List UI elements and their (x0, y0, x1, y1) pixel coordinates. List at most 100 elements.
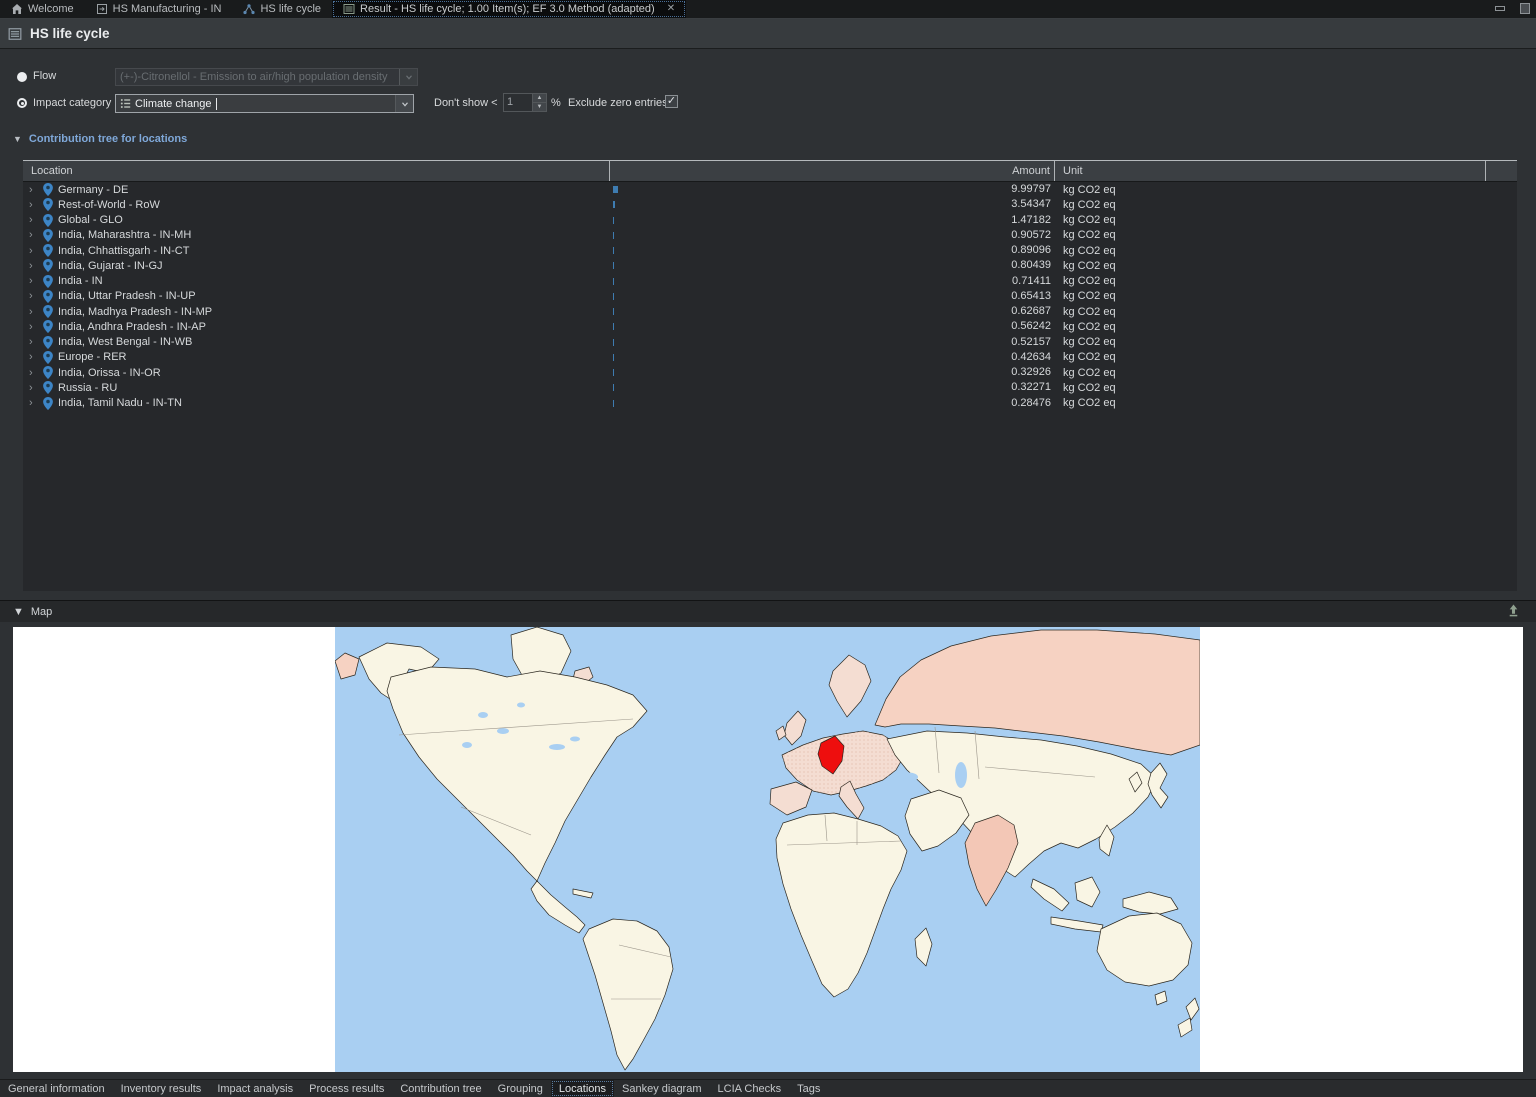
location-label: India, Maharashtra - IN-MH (58, 229, 191, 241)
table-row[interactable]: ›Russia - RU0.32271kg CO2 eq (23, 380, 1517, 395)
dont-show-value[interactable]: 1 (504, 94, 532, 111)
bottom-tab-general-information[interactable]: General information (0, 1080, 113, 1097)
table-row[interactable]: ›India, Madhya Pradesh - IN-MP0.62687kg … (23, 304, 1517, 319)
collapse-triangle-icon[interactable]: ▼ (13, 134, 22, 144)
amount-value: 0.32926 (1011, 366, 1051, 378)
percent-label: % (551, 97, 561, 109)
table-row[interactable]: ›India, Chhattisgarh - IN-CT0.89096kg CO… (23, 243, 1517, 258)
unit-value: kg CO2 eq (1055, 199, 1486, 211)
bottom-tab-lcia-checks[interactable]: LCIA Checks (710, 1080, 790, 1097)
top-tab-1[interactable]: Welcome (0, 0, 85, 18)
column-header-location[interactable]: Location (23, 161, 610, 181)
close-tab-icon[interactable]: ✕ (667, 4, 675, 14)
expand-chevron-icon[interactable]: › (29, 215, 38, 225)
window-controls (1493, 3, 1532, 14)
expand-chevron-icon[interactable]: › (29, 352, 38, 362)
world-map[interactable] (335, 627, 1200, 1072)
table-row[interactable]: ›India, Orissa - IN-OR0.32926kg CO2 eq (23, 365, 1517, 380)
bottom-tab-tags[interactable]: Tags (789, 1080, 828, 1097)
table-row[interactable]: ›Global - GLO1.47182kg CO2 eq (23, 213, 1517, 228)
exclude-zero-label: Exclude zero entries (568, 97, 668, 109)
bottom-tab-sankey-diagram[interactable]: Sankey diagram (614, 1080, 710, 1097)
amount-value: 0.90572 (1011, 229, 1051, 241)
expand-chevron-icon[interactable]: › (29, 383, 38, 393)
map-panel (13, 627, 1523, 1072)
bottom-tab-impact-analysis[interactable]: Impact analysis (209, 1080, 301, 1097)
unit-value: kg CO2 eq (1055, 275, 1486, 287)
exclude-zero-checkbox[interactable]: ✓ (665, 95, 678, 108)
expand-chevron-icon[interactable]: › (29, 276, 38, 286)
contribution-section-header[interactable]: ▼ Contribution tree for locations (13, 133, 187, 145)
top-tab-3[interactable]: HS life cycle (232, 0, 332, 18)
bottom-tab-grouping[interactable]: Grouping (490, 1080, 551, 1097)
dont-show-spinner[interactable]: 1 ▲ ▼ (503, 93, 547, 112)
minimize-button[interactable] (1493, 3, 1507, 14)
column-header-unit[interactable]: Unit (1055, 161, 1486, 181)
table-row[interactable]: ›Rest-of-World - RoW3.54347kg CO2 eq (23, 197, 1517, 212)
contribution-bar (613, 201, 615, 208)
expand-chevron-icon[interactable]: › (29, 291, 38, 301)
expand-chevron-icon[interactable]: › (29, 368, 38, 378)
column-header-amount[interactable]: Amount (610, 161, 1055, 181)
impact-combo-dropdown-icon[interactable] (395, 95, 413, 112)
expand-chevron-icon[interactable]: › (29, 398, 38, 408)
bottom-tab-process-results[interactable]: Process results (301, 1080, 392, 1097)
location-pin-icon (43, 336, 53, 349)
top-tab-label: Result - HS life cycle; 1.00 Item(s); EF… (360, 3, 655, 15)
expand-chevron-icon[interactable]: › (29, 246, 38, 256)
unit-value: kg CO2 eq (1055, 367, 1486, 379)
unit-value: kg CO2 eq (1055, 229, 1486, 241)
contribution-bar (613, 354, 614, 361)
unit-value: kg CO2 eq (1055, 290, 1486, 302)
flow-combo: (+-)-Citronellol - Emission to air/high … (115, 68, 418, 86)
top-tab-label: HS life cycle (260, 3, 321, 15)
table-row[interactable]: ›India, Uttar Pradesh - IN-UP0.65413kg C… (23, 289, 1517, 304)
expand-chevron-icon[interactable]: › (29, 307, 38, 317)
spinner-up-icon[interactable]: ▲ (533, 94, 546, 102)
expand-chevron-icon[interactable]: › (29, 261, 38, 271)
unit-value: kg CO2 eq (1055, 351, 1486, 363)
collapse-triangle-icon[interactable]: ▼ (13, 606, 24, 618)
impact-category-radio-label: Impact category (33, 97, 111, 109)
unit-value: kg CO2 eq (1055, 336, 1486, 348)
location-pin-icon (43, 366, 53, 379)
dont-show-label: Don't show < (434, 97, 498, 109)
expand-chevron-icon[interactable]: › (29, 230, 38, 240)
top-tab-4[interactable]: Result - HS life cycle; 1.00 Item(s); EF… (332, 0, 686, 18)
page-title: HS life cycle (30, 26, 110, 41)
location-label: Europe - RER (58, 351, 126, 363)
table-row[interactable]: ›India, Gujarat - IN-GJ0.80439kg CO2 eq (23, 258, 1517, 273)
bottom-tab-locations[interactable]: Locations (551, 1080, 614, 1097)
table-row[interactable]: ›Germany - DE9.99797kg CO2 eq (23, 182, 1517, 197)
top-tab-2[interactable]: HS Manufacturing - IN (85, 0, 233, 18)
table-row[interactable]: ›India - IN0.71411kg CO2 eq (23, 274, 1517, 289)
table-row[interactable]: › India, Maharashtra - IN-MH 0.90572 kg CO2… (23, 228, 1517, 243)
table-row[interactable]: ›Europe - RER0.42634kg CO2 eq (23, 350, 1517, 365)
expand-chevron-icon[interactable]: › (29, 322, 38, 332)
impact-category-combo[interactable]: Climate change (115, 94, 414, 113)
maximize-button[interactable] (1518, 3, 1532, 14)
flow-radio-label: Flow (33, 70, 56, 82)
spinner-down-icon[interactable]: ▼ (533, 102, 546, 111)
expand-chevron-icon[interactable]: › (29, 185, 38, 195)
flow-combo-dropdown-icon (399, 69, 417, 85)
table-row[interactable]: ›India, Tamil Nadu - IN-TN0.28476kg CO2 … (23, 396, 1517, 411)
expand-chevron-icon[interactable]: › (29, 337, 38, 347)
amount-value: 0.52157 (1011, 336, 1051, 348)
amount-value: 0.62687 (1011, 305, 1051, 317)
expand-chevron-icon[interactable]: › (29, 200, 38, 210)
table-row[interactable]: ›India, Andhra Pradesh - IN-AP0.56242kg … (23, 319, 1517, 334)
impact-category-radio[interactable] (17, 98, 27, 108)
location-label: India, Tamil Nadu - IN-TN (58, 397, 182, 409)
flow-radio[interactable] (17, 72, 27, 82)
map-section-header[interactable]: ▼ Map (0, 600, 1536, 622)
editor-tab-bar: WelcomeHS Manufacturing - IN HS life cycl… (0, 0, 1536, 19)
bottom-tab-inventory-results[interactable]: Inventory results (113, 1080, 210, 1097)
table-row[interactable]: ›India, West Bengal - IN-WB0.52157kg CO2… (23, 335, 1517, 350)
export-map-icon[interactable] (1507, 604, 1520, 620)
bottom-tab-contribution-tree[interactable]: Contribution tree (392, 1080, 489, 1097)
location-label: Germany - DE (58, 184, 128, 196)
unit-value: kg CO2 eq (1055, 382, 1486, 394)
location-label: India, Chhattisgarh - IN-CT (58, 245, 189, 257)
impact-category-icon (120, 98, 131, 109)
